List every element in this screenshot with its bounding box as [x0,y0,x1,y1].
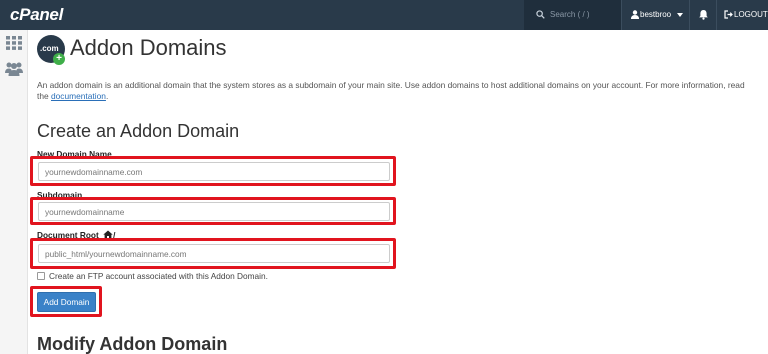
logout-icon [724,10,733,19]
cpanel-logo[interactable]: cPanel [10,5,63,25]
username-label[interactable]: bestbroo [640,10,671,19]
documentation-link[interactable]: documentation [51,91,106,101]
modify-section-title: Modify Addon Domain [37,334,228,354]
notifications-button[interactable] [689,0,716,30]
plus-badge-icon: + [53,53,65,65]
bell-icon [699,10,708,20]
search-box[interactable]: Search ( / ) [524,0,621,30]
ftp-account-checkbox[interactable] [37,272,45,280]
new-domain-label: New Domain Name [37,149,112,159]
create-section-title: Create an Addon Domain [37,121,240,141]
page-title: Addon Domains [70,35,227,60]
subdomain-label: Subdomain [37,190,83,200]
ftp-account-label[interactable]: Create an FTP account associated with th… [49,271,268,281]
page-icon-text: .com [40,44,59,53]
subdomain-input[interactable] [38,202,390,221]
sidebar [0,30,28,354]
document-root-label: Document Root [37,230,99,240]
search-input-placeholder[interactable]: Search ( / ) [550,10,590,19]
logout-button[interactable]: LOGOUT [716,0,768,30]
new-domain-input[interactable] [38,162,390,181]
top-navbar: cPanel Search ( / ) bestbroo LOGOUT [0,0,768,30]
description-suffix: . [105,91,109,101]
add-domain-button[interactable]: Add Domain [37,292,96,312]
page-description: An addon domain is an additional domain … [37,80,755,102]
user-menu[interactable]: bestbroo [621,0,689,30]
search-icon [536,10,545,19]
user-icon [631,10,639,19]
document-root-slash: / [113,230,116,240]
users-icon[interactable] [5,61,23,76]
document-root-label-row: Document Root / [37,230,115,240]
home-icon [103,230,113,239]
logout-label[interactable]: LOGOUT [734,10,768,19]
grid-apps-icon[interactable] [6,36,22,50]
document-root-input[interactable] [38,244,390,263]
chevron-down-icon [677,13,683,17]
description-text: An addon domain is an additional domain … [37,80,745,101]
